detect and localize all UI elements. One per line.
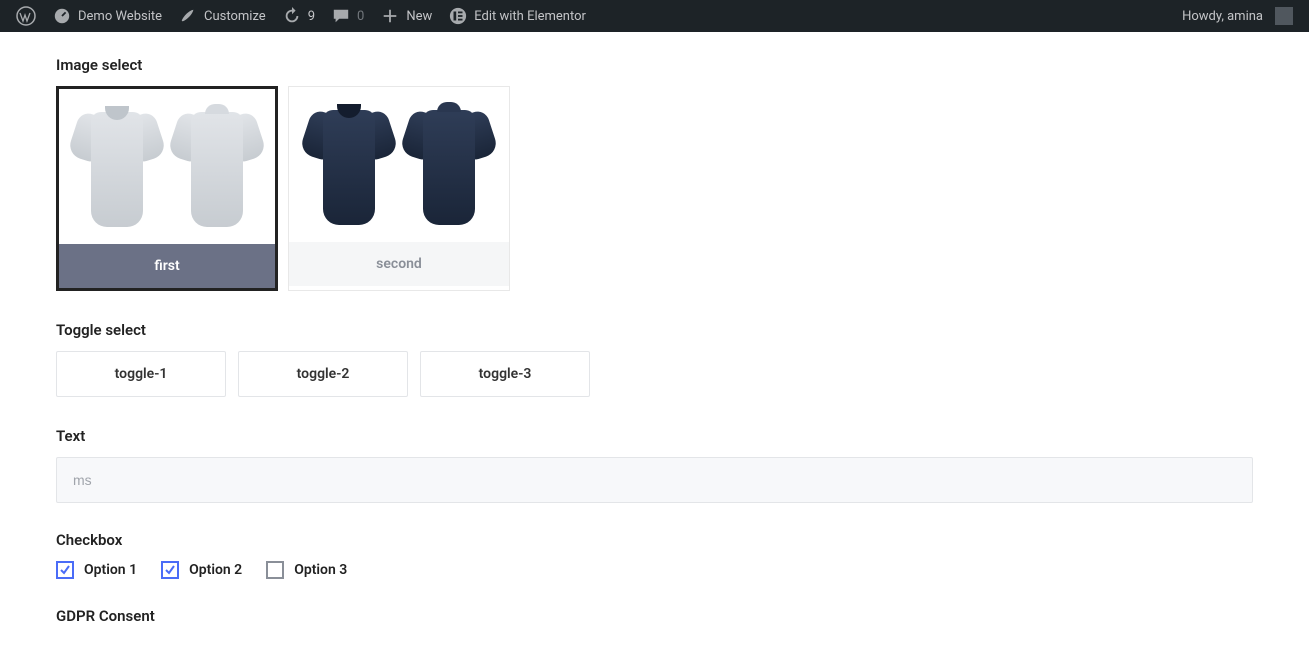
image-select-row: first second xyxy=(56,86,1253,291)
image-option-caption: second xyxy=(289,242,509,286)
gdpr-label: GDPR Consent xyxy=(56,607,1253,625)
checkbox-row: Option 1 Option 2 Option 3 xyxy=(56,561,1253,579)
checkbox-box xyxy=(56,561,74,579)
site-name-label: Demo Website xyxy=(78,9,162,24)
toggle-option-1[interactable]: toggle-1 xyxy=(56,351,226,397)
updates-link[interactable]: 9 xyxy=(274,0,323,32)
howdy-label: Howdy, amina xyxy=(1182,9,1263,24)
toggle-select-label: Toggle select xyxy=(56,321,1253,339)
brush-icon xyxy=(178,7,198,25)
shirt-icon xyxy=(401,100,497,230)
my-account-link[interactable]: Howdy, amina xyxy=(1174,0,1301,32)
shirt-icon xyxy=(169,102,265,232)
wp-admin-bar: Demo Website Customize 9 0 New xyxy=(0,0,1309,32)
text-label: Text xyxy=(56,427,1253,445)
image-option-first[interactable]: first xyxy=(56,86,278,291)
checkbox-option-label: Option 1 xyxy=(84,562,137,578)
elementor-label: Edit with Elementor xyxy=(474,9,586,24)
image-option-caption: first xyxy=(59,244,275,288)
comments-link[interactable]: 0 xyxy=(323,0,372,32)
avatar xyxy=(1275,7,1293,25)
updates-count: 9 xyxy=(308,9,315,24)
checkbox-option-label: Option 2 xyxy=(189,562,242,578)
new-content-link[interactable]: New xyxy=(372,0,440,32)
shirt-icon xyxy=(69,102,165,232)
customize-link[interactable]: Customize xyxy=(170,0,274,32)
toggle-option-3[interactable]: toggle-3 xyxy=(420,351,590,397)
toggle-option-2[interactable]: toggle-2 xyxy=(238,351,408,397)
form-content: Image select first second xyxy=(0,32,1309,661)
plus-icon xyxy=(380,7,400,25)
wp-logo[interactable] xyxy=(8,0,44,32)
checkbox-option-3[interactable]: Option 3 xyxy=(266,561,347,579)
checkbox-option-1[interactable]: Option 1 xyxy=(56,561,137,579)
image-option-second-img xyxy=(289,87,509,242)
checkbox-box xyxy=(161,561,179,579)
toggle-row: toggle-1 toggle-2 toggle-3 xyxy=(56,351,1253,397)
comments-count: 0 xyxy=(357,9,364,24)
customize-label: Customize xyxy=(204,9,266,24)
site-name-link[interactable]: Demo Website xyxy=(44,0,170,32)
checkbox-option-label: Option 3 xyxy=(294,562,347,578)
elementor-icon xyxy=(448,7,468,25)
image-select-label: Image select xyxy=(56,56,1253,74)
comment-icon xyxy=(331,7,351,25)
wordpress-icon xyxy=(16,6,36,26)
checkbox-option-2[interactable]: Option 2 xyxy=(161,561,242,579)
updates-icon xyxy=(282,7,302,25)
new-label: New xyxy=(406,9,432,24)
image-option-second[interactable]: second xyxy=(288,86,510,291)
admin-bar-left: Demo Website Customize 9 0 New xyxy=(8,0,594,32)
image-option-first-img xyxy=(59,89,275,244)
shirt-icon xyxy=(301,100,397,230)
dashboard-icon xyxy=(52,7,72,25)
checkbox-label: Checkbox xyxy=(56,531,1253,549)
checkbox-box xyxy=(266,561,284,579)
admin-bar-right: Howdy, amina xyxy=(1174,0,1301,32)
text-input[interactable] xyxy=(56,457,1253,503)
elementor-link[interactable]: Edit with Elementor xyxy=(440,0,594,32)
